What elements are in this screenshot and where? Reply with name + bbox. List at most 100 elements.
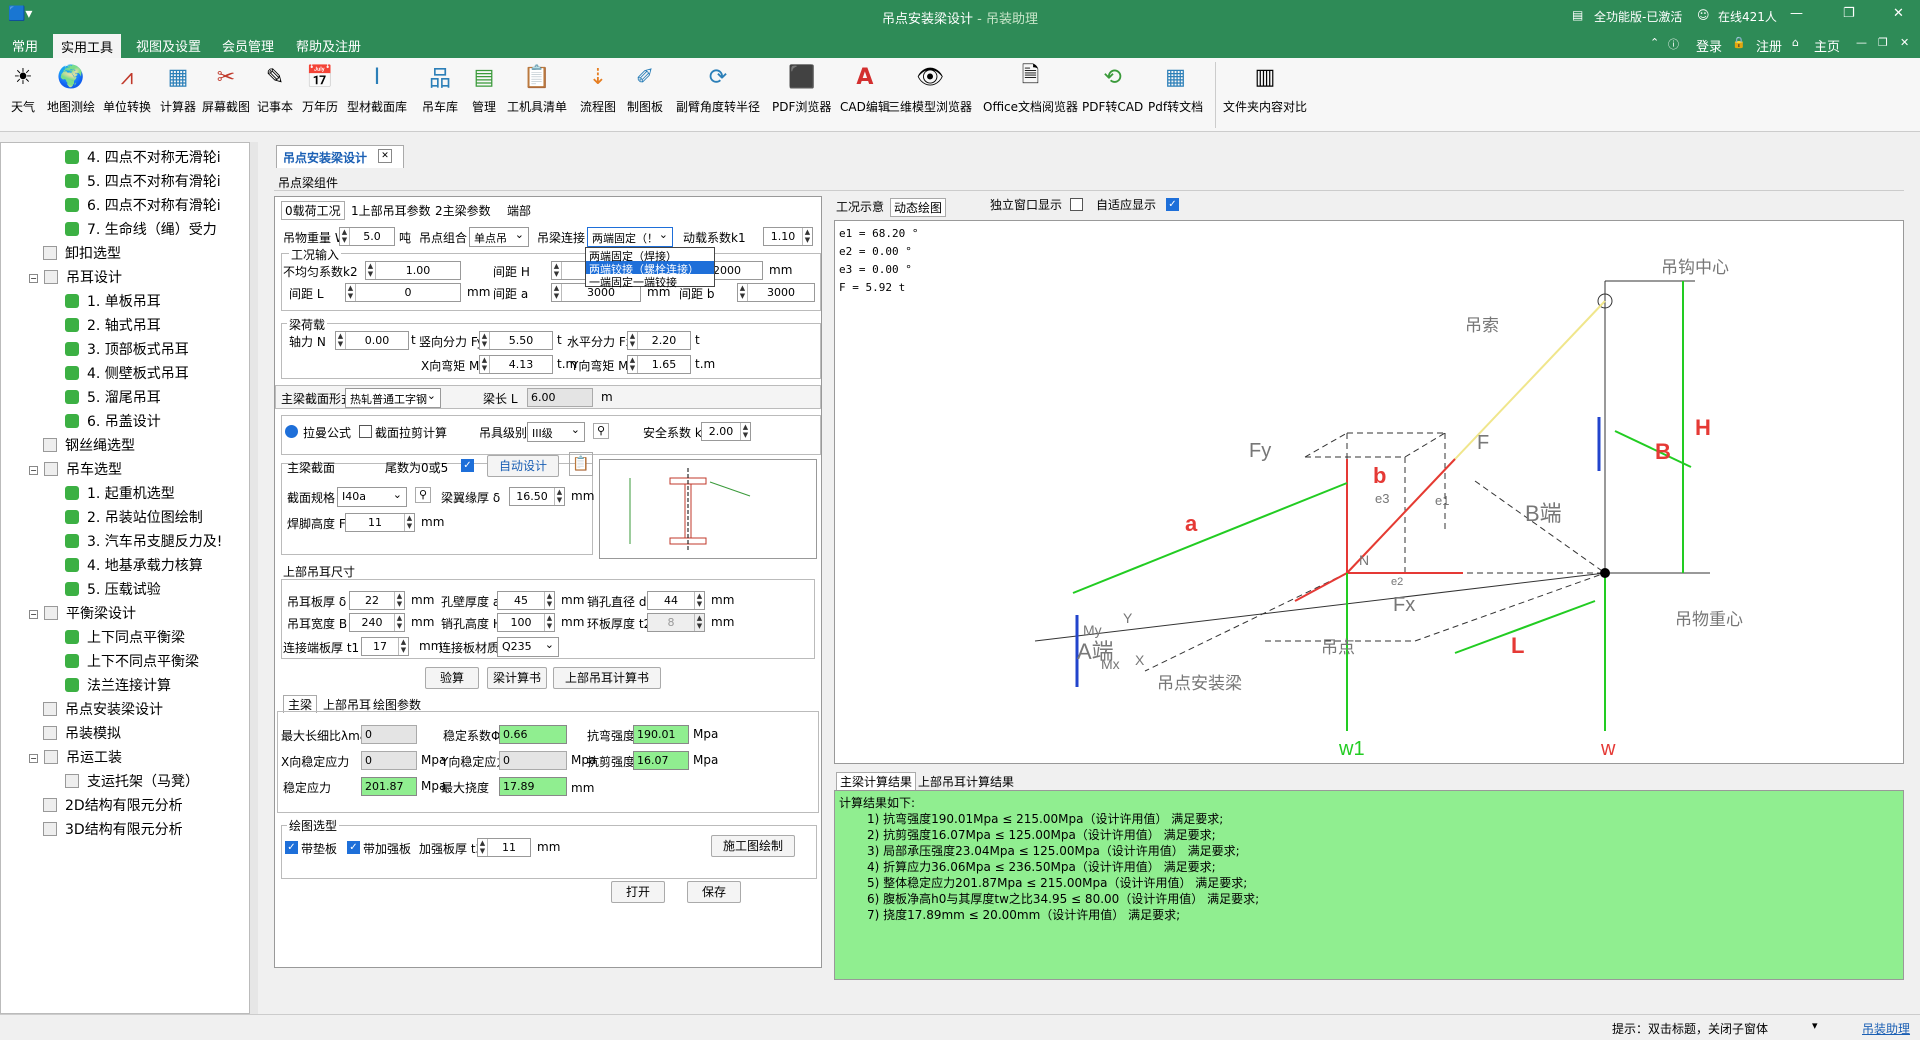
tree-item[interactable]: 3. 汽车吊支腿反力及! [65,531,222,553]
tree-item[interactable]: 上下不同点平衡梁 [65,651,199,673]
tool-calendar[interactable]: 📅 万年历 [302,62,338,115]
tool-flowchart[interactable]: ⇣ 流程图 [580,62,616,115]
auto-design-button[interactable]: 自动设计 [487,455,559,477]
tool-notepad[interactable]: ✎ 记事本 [257,62,293,115]
tail-checkbox[interactable]: ✓ [461,459,474,472]
tree-toggle-icon[interactable]: − [29,610,38,619]
rib-t-input[interactable]: ▲ ▼ 11 [477,838,531,857]
tree-item[interactable]: 6. 吊盖设计 [65,411,161,433]
tree-item[interactable]: 2D结构有限元分析 [43,795,183,817]
tool-office-viewer[interactable]: 🗎 Office文档阅览器 [983,62,1078,115]
tree-item[interactable]: 4. 地基承载力核算 [65,555,203,577]
cp-input[interactable]: 17 ▲ ▼ [361,637,409,656]
tree-item[interactable]: 3. 顶部板式吊耳 [65,339,189,361]
k2-input[interactable]: ▲ ▼ 1.00 [365,261,461,280]
tab-upper-lug[interactable]: 1上部吊耳参数 [351,202,431,219]
tree-item[interactable]: 2. 吊装站位图绘制 [65,507,203,529]
tool-3d-viewer[interactable]: 👁 三维模型浏览器 [888,62,972,115]
wall-input[interactable]: 45 ▲ ▼ [497,591,555,610]
tree-item[interactable]: 卸扣选型 [43,243,121,265]
beam-len-input[interactable]: 6.00 [527,388,593,407]
tree-item[interactable]: 支运托架（马凳） [65,771,199,793]
mdi-restore-icon[interactable]: ❐ [1878,36,1888,49]
clipboard-icon[interactable]: 📋 [569,452,593,476]
lt-input[interactable]: 22 ▲ ▼ [349,591,405,610]
tool-unit-convert[interactable]: ⩘ 单位转换 [103,62,151,115]
spec-select[interactable]: I40a [337,487,407,507]
tree-item[interactable]: 5. 溜尾吊耳 [65,387,161,409]
tool-pdf-viewer[interactable]: ⬛ PDF浏览器 [772,62,831,115]
tree-item[interactable]: 5. 四点不对称有滑轮i [65,171,221,193]
tool-equipment-list[interactable]: 📋 工机具清单 [507,62,567,115]
tree-item[interactable]: 4. 四点不对称无滑轮i [65,147,221,169]
sec-form-select[interactable]: 热轧普通工字钢 [345,388,441,408]
weight-input[interactable]: ▲ ▼ 5.0 [339,227,395,246]
mx-input[interactable]: ▲ ▼ 4.13 [479,355,553,374]
mdi-close-icon[interactable]: ✕ [1900,36,1909,49]
tab-close-icon[interactable]: ✕ [378,149,392,163]
tab-end[interactable]: 端部 [507,202,531,219]
tool-jib-angle[interactable]: ⟳ 副臂角度转半径 [676,62,760,115]
pad-checkbox[interactable]: ✓ [285,841,298,854]
tree-item[interactable]: 钢丝绳选型 [43,435,135,457]
my-input[interactable]: ▲ ▼ 1.65 [627,355,691,374]
menu-view[interactable]: 视图及设置 [136,36,201,55]
tab-dynamic-drawing[interactable]: 动态绘图 [890,198,947,217]
dyn-input[interactable]: 1.10 ▲ ▼ [763,227,813,246]
check-tension-shear[interactable] [359,425,372,438]
verify-button[interactable]: 验算 [425,667,479,689]
tree-item[interactable]: 6. 四点不对称有滑轮i [65,195,221,217]
beam-report-button[interactable]: 梁计算书 [487,667,547,689]
menu-member[interactable]: 会员管理 [222,36,274,55]
maximize-button[interactable]: ❐ [1843,6,1855,21]
grade-lookup-icon[interactable]: ⚲ [593,423,609,439]
tree-item[interactable]: 7. 生命线（绳）受力 [65,219,217,241]
lug-report-button[interactable]: 上部吊耳计算书 [553,667,661,689]
mdi-minimize-icon[interactable]: — [1856,36,1867,49]
tab-load-case[interactable]: 0载荷工况 [281,201,345,220]
tree-item[interactable]: 法兰连接计算 [65,675,171,697]
conn-select[interactable]: 两端固定（！ [587,227,673,247]
open-button[interactable]: 打开 [611,881,665,903]
tool-pdf-to-doc[interactable]: ▦ Pdf转文档 [1148,62,1203,115]
tree-item[interactable]: 2. 轴式吊耳 [65,315,161,337]
standalone-checkbox[interactable] [1070,198,1083,211]
tree-item[interactable]: 5. 压载试验 [65,579,161,601]
fy-input[interactable]: ▲ ▼ 5.50 [479,331,553,350]
tool-pdf-to-cad[interactable]: ⟲ PDF转CAD [1082,62,1143,115]
mat-select[interactable]: Q235 [497,637,559,657]
rib-checkbox[interactable]: ✓ [347,841,360,854]
tree-toggle-icon[interactable]: − [29,466,38,475]
tool-folder-compare[interactable]: ▥ 文件夹内容对比 [1223,62,1307,115]
tool-screenshot[interactable]: ✂ 屏幕截图 [202,62,250,115]
tree-toggle-icon[interactable]: − [29,754,38,763]
fx-input[interactable]: ▲ ▼ 2.20 [627,331,691,350]
tool-manage[interactable]: ▤ 管理 [469,62,499,115]
tree-item[interactable]: 4. 侧壁板式吊耳 [65,363,189,385]
n-input[interactable]: ▲ ▼ 0.00 [335,331,409,350]
tree-item[interactable]: 上下同点平衡梁 [65,627,185,649]
menu-utilities[interactable]: 实用工具 [53,34,122,58]
weld-input[interactable]: 11 ▲ ▼ [345,513,415,532]
construction-drawing-button[interactable]: 施工图绘制 [711,835,795,857]
tool-crane-lib[interactable]: 品吊车库 [422,62,458,115]
tree-item[interactable]: 吊点安装梁设计 [43,699,163,721]
status-dropdown-icon[interactable]: ▾ [1812,1019,1818,1032]
spec-lookup-icon[interactable]: ⚲ [415,487,431,503]
b-input[interactable]: ▲ ▼ 3000 [737,283,815,302]
conn-option-hinged[interactable]: 两端铰接（螺栓连接） [586,261,714,276]
tree-item[interactable]: − 吊车选型 [29,459,122,481]
menu-help[interactable]: 帮助及注册 [296,36,361,55]
pin-input[interactable]: 44 ▲ ▼ [647,591,705,610]
tree-item[interactable]: − 平衡梁设计 [29,603,136,625]
flange-input[interactable]: 16.50 ▲ ▼ [509,487,565,506]
tool-drawing-board[interactable]: ✐ 制图板 [627,62,663,115]
tree-scrollbar[interactable] [250,142,258,1014]
safety-input[interactable]: 2.00 ▲ ▼ [701,422,751,441]
radio-lame[interactable] [285,425,298,438]
ph-input[interactable]: 100 ▲ ▼ [497,613,555,632]
tool-weather[interactable]: ☀ 天气 [8,62,38,115]
tree-item[interactable]: 1. 起重机选型 [65,483,175,505]
tab-condition-sketch[interactable]: 工况示意 [836,198,884,215]
register-link[interactable]: 注册 [1756,36,1782,55]
